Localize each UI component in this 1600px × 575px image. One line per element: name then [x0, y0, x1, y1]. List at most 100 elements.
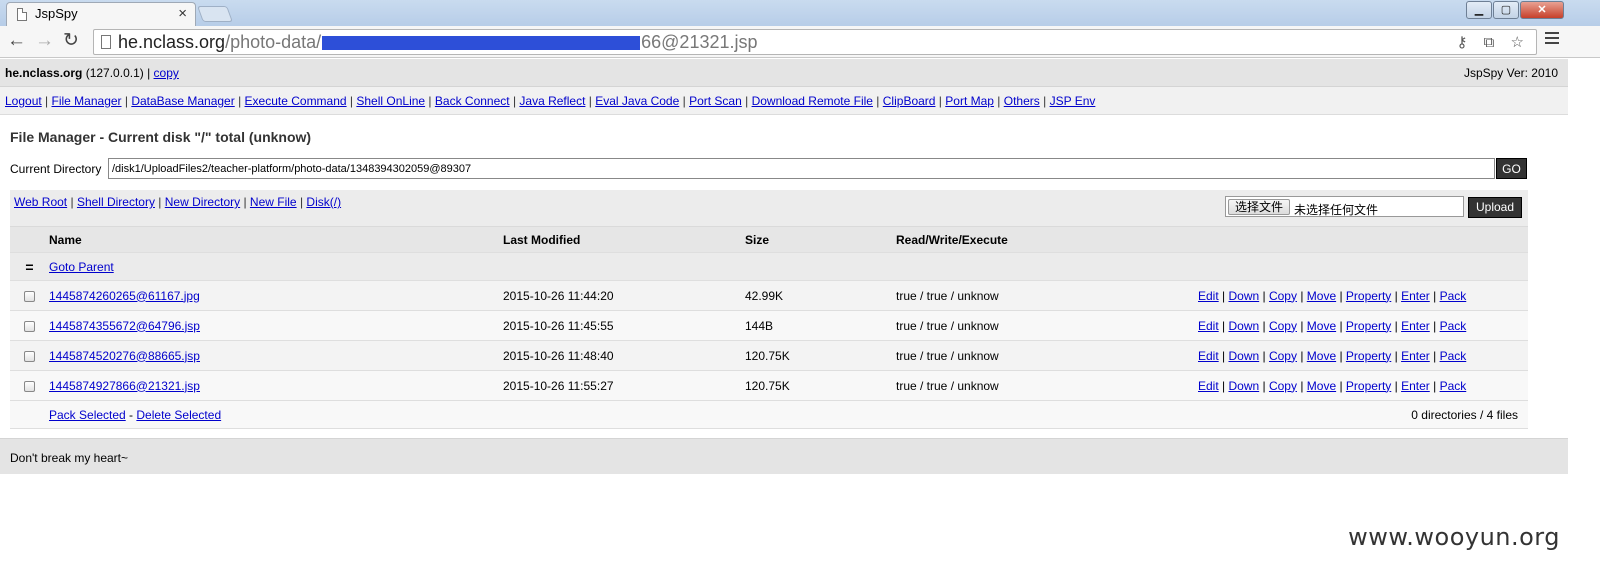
- go-button[interactable]: GO: [1496, 158, 1527, 179]
- version-label: JspSpy Ver: 2010: [1463, 66, 1558, 80]
- action-copy[interactable]: Copy: [1269, 319, 1297, 333]
- action-copy[interactable]: Copy: [1269, 289, 1297, 303]
- action-pack[interactable]: Pack: [1440, 289, 1467, 303]
- menu-clipboard[interactable]: ClipBoard: [883, 94, 936, 108]
- action-enter[interactable]: Enter: [1401, 349, 1430, 363]
- link-new-directory[interactable]: New Directory: [165, 195, 240, 209]
- new-tab-button[interactable]: [197, 6, 233, 22]
- row-checkbox[interactable]: [24, 380, 35, 392]
- action-enter[interactable]: Enter: [1401, 319, 1430, 333]
- action-move[interactable]: Move: [1307, 379, 1336, 393]
- reload-icon[interactable]: ↻: [63, 30, 79, 52]
- host-ip: (127.0.0.1) |: [82, 66, 154, 80]
- menu-others[interactable]: Others: [1004, 94, 1040, 108]
- file-modified: 2015-10-26 11:44:20: [503, 280, 745, 311]
- watermark: www.wooyun.org: [1348, 523, 1560, 551]
- menu-port-map[interactable]: Port Map: [945, 94, 994, 108]
- link-disk-root[interactable]: Disk(/): [306, 195, 341, 209]
- menu-file-manager[interactable]: File Manager: [52, 94, 122, 108]
- action-move[interactable]: Move: [1307, 319, 1336, 333]
- menu-back-connect[interactable]: Back Connect: [435, 94, 510, 108]
- footer-bar: Don't break my heart~: [0, 438, 1568, 474]
- row-checkbox[interactable]: [24, 290, 35, 302]
- current-directory-input[interactable]: [108, 158, 1495, 179]
- omnibox-icons[interactable]: ⚷ ⧉ ☆: [1457, 33, 1530, 51]
- browser-tab[interactable]: JspSpy ×: [6, 2, 196, 26]
- upload-button[interactable]: Upload: [1468, 197, 1522, 218]
- file-modified: 2015-10-26 11:55:27: [503, 370, 745, 401]
- action-property[interactable]: Property: [1346, 379, 1391, 393]
- action-enter[interactable]: Enter: [1401, 289, 1430, 303]
- parent-marker: =: [25, 258, 34, 275]
- file-modified: 2015-10-26 11:45:55: [503, 310, 745, 341]
- file-chooser[interactable]: 选择文件 未选择任何文件: [1225, 196, 1464, 217]
- file-name-link[interactable]: 1445874520276@88665.jsp: [49, 349, 200, 363]
- menu-logout[interactable]: Logout: [5, 94, 42, 108]
- menu-eval-java-code[interactable]: Eval Java Code: [595, 94, 679, 108]
- action-move[interactable]: Move: [1307, 289, 1336, 303]
- url-tail: 66@21321.jsp: [641, 32, 758, 52]
- tab-close-icon[interactable]: ×: [178, 3, 187, 25]
- delete-selected-link[interactable]: Delete Selected: [136, 408, 221, 422]
- goto-parent-link[interactable]: Goto Parent: [49, 260, 114, 274]
- menu-shell-online[interactable]: Shell OnLine: [356, 94, 425, 108]
- file-size: 42.99K: [745, 280, 896, 311]
- menu-jsp-env[interactable]: JSP Env: [1050, 94, 1096, 108]
- file-name-link[interactable]: 1445874260265@61167.jpg: [49, 289, 200, 303]
- minimize-icon[interactable]: ▁: [1466, 1, 1492, 19]
- menu-download-remote-file[interactable]: Download Remote File: [752, 94, 873, 108]
- action-pack[interactable]: Pack: [1440, 319, 1467, 333]
- action-down[interactable]: Down: [1228, 349, 1259, 363]
- action-copy[interactable]: Copy: [1269, 379, 1297, 393]
- action-edit[interactable]: Edit: [1198, 349, 1219, 363]
- action-edit[interactable]: Edit: [1198, 289, 1219, 303]
- browser-menu-icon[interactable]: [1545, 32, 1559, 47]
- action-pack[interactable]: Pack: [1440, 379, 1467, 393]
- row-checkbox[interactable]: [24, 320, 35, 332]
- file-rwx: true / true / unknow: [896, 310, 1198, 341]
- action-down[interactable]: Down: [1228, 319, 1259, 333]
- jspspy-page: he.nclass.org (127.0.0.1) | copy JspSpy …: [0, 59, 1568, 474]
- copy-link[interactable]: copy: [154, 66, 179, 80]
- menu-execute-command[interactable]: Execute Command: [245, 94, 347, 108]
- footer-text: Don't break my heart~: [10, 451, 129, 465]
- page-icon: [17, 8, 27, 21]
- menu-database-manager[interactable]: DataBase Manager: [131, 94, 234, 108]
- action-copy[interactable]: Copy: [1269, 349, 1297, 363]
- pack-selected-link[interactable]: Pack Selected: [49, 408, 126, 422]
- no-file-label: 未选择任何文件: [1294, 203, 1379, 217]
- column-size: Size: [745, 226, 896, 253]
- action-property[interactable]: Property: [1346, 319, 1391, 333]
- menu-port-scan[interactable]: Port Scan: [689, 94, 742, 108]
- page-info-icon[interactable]: [101, 35, 111, 49]
- action-down[interactable]: Down: [1228, 289, 1259, 303]
- action-property[interactable]: Property: [1346, 349, 1391, 363]
- file-actions: Edit | Down | Copy | Move | Property | E…: [1198, 370, 1528, 401]
- action-property[interactable]: Property: [1346, 289, 1391, 303]
- action-down[interactable]: Down: [1228, 379, 1259, 393]
- forward-arrow-icon[interactable]: →: [35, 30, 54, 52]
- footer-dash: -: [125, 407, 137, 422]
- row-checkbox[interactable]: [24, 350, 35, 362]
- choose-file-button[interactable]: 选择文件: [1228, 199, 1290, 215]
- file-name-link[interactable]: 1445874355672@64796.jsp: [49, 319, 200, 333]
- url-redaction: [322, 36, 641, 51]
- action-edit[interactable]: Edit: [1198, 319, 1219, 333]
- link-shell-directory[interactable]: Shell Directory: [77, 195, 155, 209]
- action-enter[interactable]: Enter: [1401, 379, 1430, 393]
- maximize-icon[interactable]: ▢: [1493, 1, 1519, 19]
- address-bar[interactable]: he.nclass.org/photo-data/66@21321.jsp ⚷ …: [93, 29, 1537, 55]
- back-arrow-icon[interactable]: ←: [7, 30, 26, 52]
- window-close-icon[interactable]: ✕: [1520, 1, 1564, 19]
- action-move[interactable]: Move: [1307, 349, 1336, 363]
- link-new-file[interactable]: New File: [250, 195, 297, 209]
- action-pack[interactable]: Pack: [1440, 349, 1467, 363]
- url-host: he.nclass.org: [118, 32, 226, 52]
- table-footer-row: Pack Selected - Delete Selected 0 direct…: [10, 400, 1528, 429]
- menu-java-reflect[interactable]: Java Reflect: [519, 94, 585, 108]
- table-header-row: Name Last Modified Size Read/Write/Execu…: [10, 226, 1528, 253]
- link-web-root[interactable]: Web Root: [14, 195, 67, 209]
- column-last-modified: Last Modified: [503, 226, 745, 253]
- action-edit[interactable]: Edit: [1198, 379, 1219, 393]
- file-name-link[interactable]: 1445874927866@21321.jsp: [49, 379, 200, 393]
